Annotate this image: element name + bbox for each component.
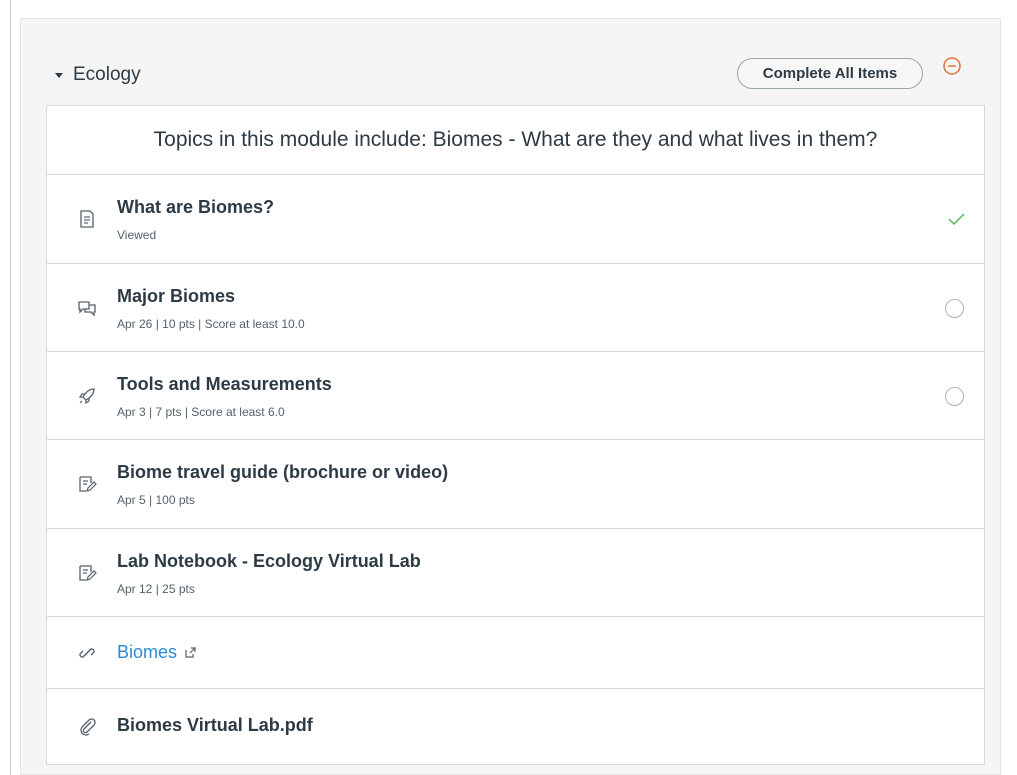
item-meta: Apr 3 | 7 pts | Score at least 6.0 — [117, 405, 285, 419]
item-title[interactable]: What are Biomes? — [117, 197, 274, 218]
incomplete-status-icon — [945, 299, 964, 318]
module-item-row[interactable]: Biomes — [47, 617, 984, 689]
external-link-icon — [185, 647, 196, 658]
module-item-row[interactable]: Tools and Measurements Apr 3 | 7 pts | S… — [47, 352, 984, 440]
module-item-row[interactable]: What are Biomes? Viewed — [47, 175, 984, 264]
module-item-row[interactable]: Biome travel guide (brochure or video) A… — [47, 440, 984, 529]
caret-down-icon — [55, 71, 63, 79]
module-item-row[interactable]: Biomes Virtual Lab.pdf — [47, 689, 984, 764]
remove-circle-icon[interactable] — [941, 55, 963, 77]
item-title[interactable]: Tools and Measurements — [117, 374, 332, 395]
item-meta: Apr 12 | 25 pts — [117, 582, 195, 596]
module-description: Topics in this module include: Biomes - … — [153, 128, 878, 151]
module-collapse-toggle[interactable]: Ecology — [55, 63, 165, 87]
assignment-icon — [77, 563, 97, 583]
quiz-rocket-icon — [77, 386, 97, 406]
completed-check-icon — [946, 209, 966, 229]
module-header: Ecology Complete All Items — [21, 19, 1000, 105]
attachment-icon — [77, 716, 97, 736]
module-items-list: Topics in this module include: Biomes - … — [46, 105, 985, 765]
module-description-row: Topics in this module include: Biomes - … — [47, 106, 984, 175]
complete-all-items-button[interactable]: Complete All Items — [737, 58, 923, 89]
item-meta: Viewed — [117, 228, 157, 242]
item-meta: Apr 26 | 10 pts | Score at least 10.0 — [117, 317, 305, 331]
item-meta: Apr 5 | 100 pts — [117, 493, 195, 507]
item-title[interactable]: Major Biomes — [117, 286, 235, 307]
module-title: Ecology — [73, 64, 141, 85]
page-icon — [77, 209, 97, 229]
item-link-label: Biomes — [117, 642, 178, 662]
module-container: Ecology Complete All Items Topics in thi… — [20, 18, 1001, 775]
link-icon — [77, 643, 97, 663]
module-item-row[interactable]: Major Biomes Apr 26 | 10 pts | Score at … — [47, 264, 984, 352]
incomplete-status-icon — [945, 387, 964, 406]
item-title[interactable]: Lab Notebook - Ecology Virtual Lab — [117, 551, 421, 572]
discussion-icon — [77, 298, 97, 318]
assignment-icon — [77, 474, 97, 494]
item-title[interactable]: Biome travel guide (brochure or video) — [117, 462, 448, 483]
item-title[interactable]: Biomes Virtual Lab.pdf — [117, 715, 313, 736]
external-link[interactable]: Biomes — [117, 642, 196, 663]
module-item-row[interactable]: Lab Notebook - Ecology Virtual Lab Apr 1… — [47, 529, 984, 617]
